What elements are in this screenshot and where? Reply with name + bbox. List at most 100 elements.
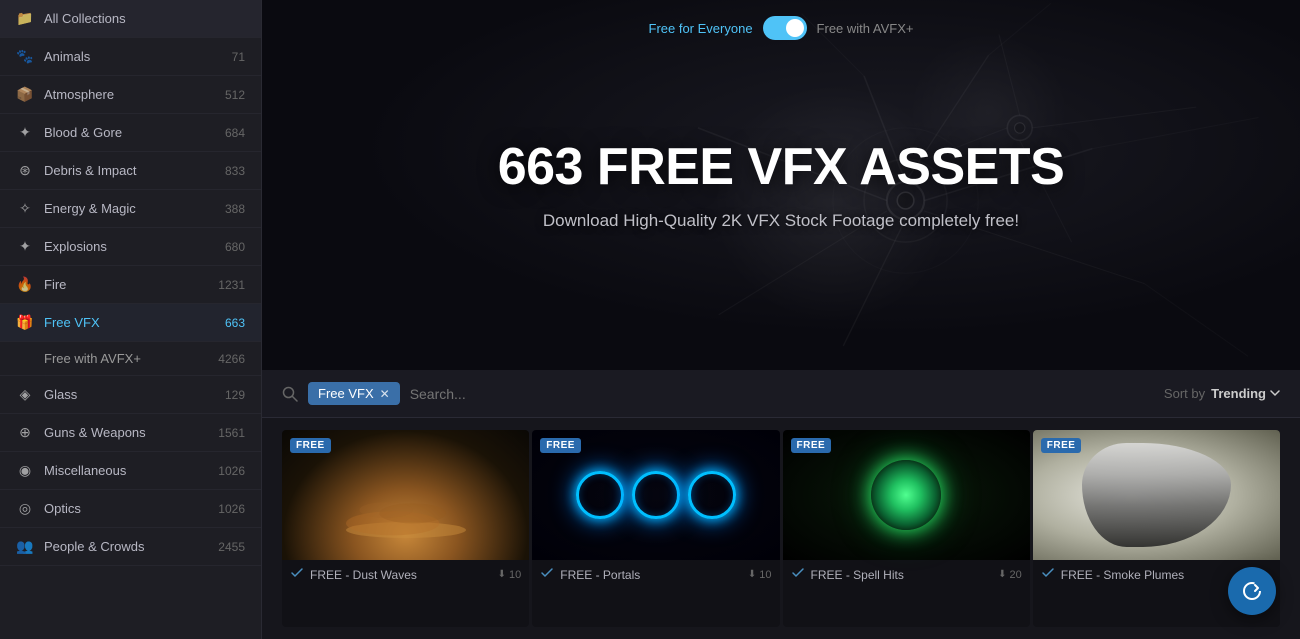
- free-badge-dust-waves: FREE: [290, 438, 331, 453]
- energy-magic-icon: ✧: [16, 200, 34, 217]
- sidebar-label-free-vfx: Free VFX: [44, 315, 215, 330]
- download-icon-spell-hits: ⬇: [998, 569, 1006, 580]
- sidebar-count-energy-magic: 388: [225, 202, 245, 216]
- sidebar-label-animals: Animals: [44, 49, 222, 64]
- asset-card-spell-hits[interactable]: FREE FREE - Spell Hits ⬇ 20: [783, 430, 1030, 627]
- blood-gore-icon: ✦: [16, 124, 34, 141]
- toggle-right-label: Free with AVFX+: [817, 21, 914, 36]
- assets-grid: FREE FREE - Dust Waves ⬇ 10 FREE: [262, 418, 1300, 639]
- free-toggle[interactable]: [763, 16, 807, 40]
- fire-icon: 🔥: [16, 276, 34, 293]
- sidebar-count-fire: 1231: [218, 278, 245, 292]
- asset-name-spell-hits: FREE - Spell Hits: [811, 568, 993, 582]
- hero-subtitle: Download High-Quality 2K VFX Stock Foota…: [498, 211, 1065, 231]
- asset-type-icon-spell-hits: [791, 566, 805, 583]
- sidebar-count-people-crowds: 2455: [218, 540, 245, 554]
- sidebar-count-miscellaneous: 1026: [218, 464, 245, 478]
- sidebar-item-atmosphere[interactable]: 📦 Atmosphere 512: [0, 76, 261, 114]
- asset-name-portals: FREE - Portals: [560, 568, 742, 582]
- atmosphere-icon: 📦: [16, 86, 34, 103]
- download-icon-portals: ⬇: [748, 569, 756, 580]
- asset-info-dust-waves: FREE - Dust Waves ⬇ 10: [282, 560, 529, 591]
- free-vfx-icon: 🎁: [16, 314, 34, 331]
- hero-banner: Free for Everyone Free with AVFX+ 663 FR…: [262, 0, 1300, 370]
- filter-bar: Free VFX ✕ Sort by Trending: [262, 370, 1300, 418]
- free-badge-spell-hits: FREE: [791, 438, 832, 453]
- sidebar-item-all-collections[interactable]: 📁 All Collections: [0, 0, 261, 38]
- sort-value-label: Trending: [1211, 386, 1266, 401]
- asset-info-portals: FREE - Portals ⬇ 10: [532, 560, 779, 591]
- sidebar-item-optics[interactable]: ◎ Optics 1026: [0, 490, 261, 528]
- sidebar-count-atmosphere: 512: [225, 88, 245, 102]
- asset-info-spell-hits: FREE - Spell Hits ⬇ 20: [783, 560, 1030, 591]
- asset-name-dust-waves: FREE - Dust Waves: [310, 568, 492, 582]
- sidebar-label-atmosphere: Atmosphere: [44, 87, 215, 102]
- all-collections-icon: 📁: [16, 10, 34, 27]
- sidebar-item-miscellaneous[interactable]: ◉ Miscellaneous 1026: [0, 452, 261, 490]
- asset-count-wrap-dust-waves: ⬇ 10: [498, 569, 522, 581]
- asset-type-icon-smoke-plumes: [1041, 566, 1055, 583]
- chevron-down-icon: [1270, 390, 1280, 397]
- download-icon-dust-waves: ⬇: [498, 569, 506, 580]
- sidebar-count-animals: 71: [232, 50, 245, 64]
- sidebar-count-debris-impact: 833: [225, 164, 245, 178]
- sidebar-item-guns-weapons[interactable]: ⊕ Guns & Weapons 1561: [0, 414, 261, 452]
- sidebar-count-explosions: 680: [225, 240, 245, 254]
- debris-impact-icon: ⊛: [16, 162, 34, 179]
- filter-tag-label: Free VFX: [318, 386, 374, 401]
- sidebar-item-people-crowds[interactable]: 👥 People & Crowds 2455: [0, 528, 261, 566]
- sidebar-item-free-vfx[interactable]: 🎁 Free VFX 663: [0, 304, 261, 342]
- asset-card-portals[interactable]: FREE FREE - Portals ⬇ 10: [532, 430, 779, 627]
- sidebar-item-animals[interactable]: 🐾 Animals 71: [0, 38, 261, 76]
- sidebar-sub-count: 4266: [218, 352, 245, 366]
- filter-tag-free-vfx[interactable]: Free VFX ✕: [308, 382, 400, 405]
- sidebar-label-glass: Glass: [44, 387, 215, 402]
- sort-label: Sort by: [1164, 386, 1205, 401]
- filter-tag-remove[interactable]: ✕: [380, 387, 390, 401]
- spell-visual: [871, 460, 941, 530]
- sidebar-item-energy-magic[interactable]: ✧ Energy & Magic 388: [0, 190, 261, 228]
- sidebar-item-fire[interactable]: 🔥 Fire 1231: [0, 266, 261, 304]
- sidebar-subitem-free-with-avfx[interactable]: Free with AVFX+ 4266: [0, 342, 261, 376]
- optics-icon: ◎: [16, 500, 34, 517]
- people-crowds-icon: 👥: [16, 538, 34, 555]
- sidebar-sub-label: Free with AVFX+: [44, 351, 208, 366]
- free-badge-smoke-plumes: FREE: [1041, 438, 1082, 453]
- dust-visual: [307, 500, 505, 540]
- asset-count-dust-waves: 10: [509, 569, 521, 581]
- asset-thumbnail-portals: FREE: [532, 430, 779, 560]
- portal-ring-2: [632, 471, 680, 519]
- miscellaneous-icon: ◉: [16, 462, 34, 479]
- explosions-icon: ✦: [16, 238, 34, 255]
- asset-card-dust-waves[interactable]: FREE FREE - Dust Waves ⬇ 10: [282, 430, 529, 627]
- hero-text-block: 663 FREE VFX ASSETS Download High-Qualit…: [498, 139, 1065, 230]
- sidebar-label-optics: Optics: [44, 501, 208, 516]
- sort-dropdown[interactable]: Trending: [1211, 386, 1280, 401]
- sidebar-count-blood-gore: 684: [225, 126, 245, 140]
- sidebar-count-glass: 129: [225, 388, 245, 402]
- search-icon: [282, 386, 298, 402]
- asset-thumbnail-smoke-plumes: FREE: [1033, 430, 1280, 560]
- asset-type-icon-portals: [540, 566, 554, 583]
- asset-count-spell-hits: 20: [1010, 569, 1022, 581]
- asset-thumbnail-dust-waves: FREE: [282, 430, 529, 560]
- hero-toggle-bar: Free for Everyone Free with AVFX+: [649, 16, 914, 40]
- asset-count-wrap-spell-hits: ⬇ 20: [998, 569, 1022, 581]
- smoke-visual: [1082, 443, 1230, 547]
- toggle-knob: [786, 19, 804, 37]
- sidebar-item-explosions[interactable]: ✦ Explosions 680: [0, 228, 261, 266]
- sidebar-item-glass[interactable]: ◈ Glass 129: [0, 376, 261, 414]
- refresh-fab[interactable]: [1228, 567, 1276, 615]
- search-input[interactable]: [410, 386, 1154, 402]
- asset-thumbnail-spell-hits: FREE: [783, 430, 1030, 560]
- refresh-icon: [1241, 580, 1263, 602]
- sidebar-item-blood-gore[interactable]: ✦ Blood & Gore 684: [0, 114, 261, 152]
- guns-weapons-icon: ⊕: [16, 424, 34, 441]
- asset-count-wrap-portals: ⬇ 10: [748, 569, 772, 581]
- portal-ring-3: [688, 471, 736, 519]
- sidebar-label-guns-weapons: Guns & Weapons: [44, 425, 208, 440]
- main-content: Free for Everyone Free with AVFX+ 663 FR…: [262, 0, 1300, 639]
- asset-type-icon-dust-waves: [290, 566, 304, 583]
- sidebar-label-explosions: Explosions: [44, 239, 215, 254]
- sidebar-item-debris-impact[interactable]: ⊛ Debris & Impact 833: [0, 152, 261, 190]
